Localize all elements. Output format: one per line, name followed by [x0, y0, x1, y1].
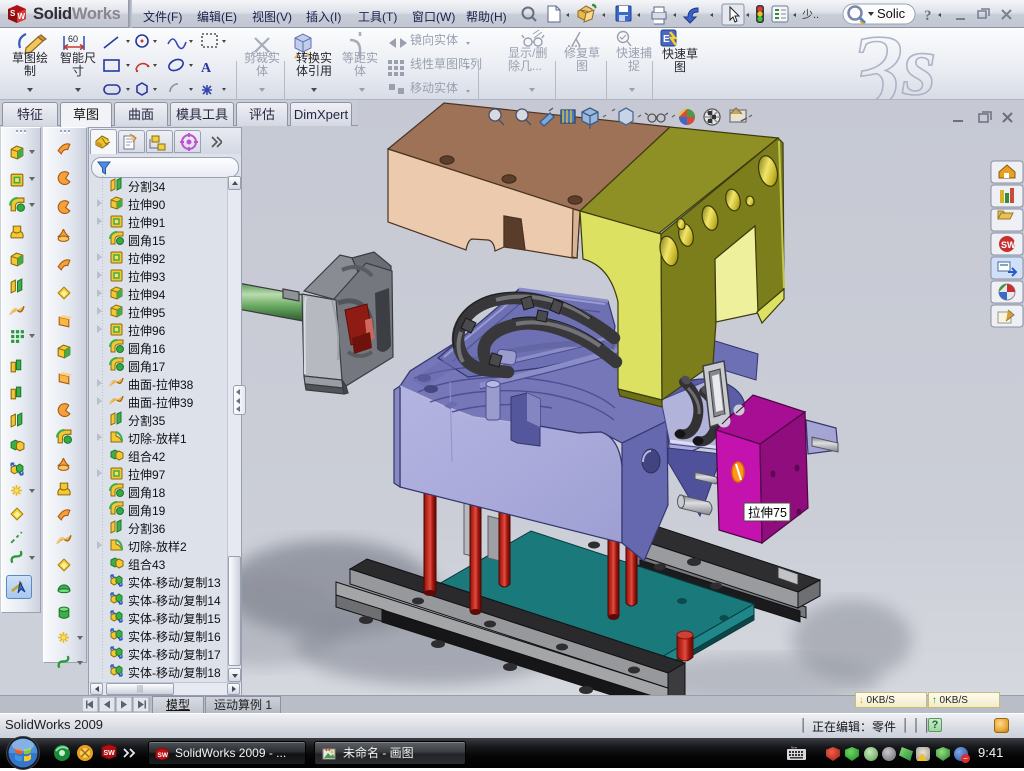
svg-text:S: S — [10, 9, 16, 18]
svg-text:60: 60 — [68, 34, 78, 44]
svg-text:拉伸75: 拉伸75 — [748, 505, 787, 520]
svg-text:少..: 少.. — [802, 8, 819, 21]
svg-text:Ȝs: Ȝs — [850, 28, 936, 100]
svg-text:W: W — [18, 12, 26, 21]
svg-text:E: E — [663, 34, 670, 45]
svg-text:SW: SW — [1001, 240, 1016, 250]
svg-text:SW: SW — [104, 750, 116, 757]
svg-text:SW: SW — [158, 752, 169, 759]
svg-text:New: New — [791, 746, 798, 750]
svg-text:Solic: Solic — [877, 6, 906, 21]
svg-text:A: A — [201, 61, 212, 76]
svg-text:?: ? — [924, 8, 932, 24]
